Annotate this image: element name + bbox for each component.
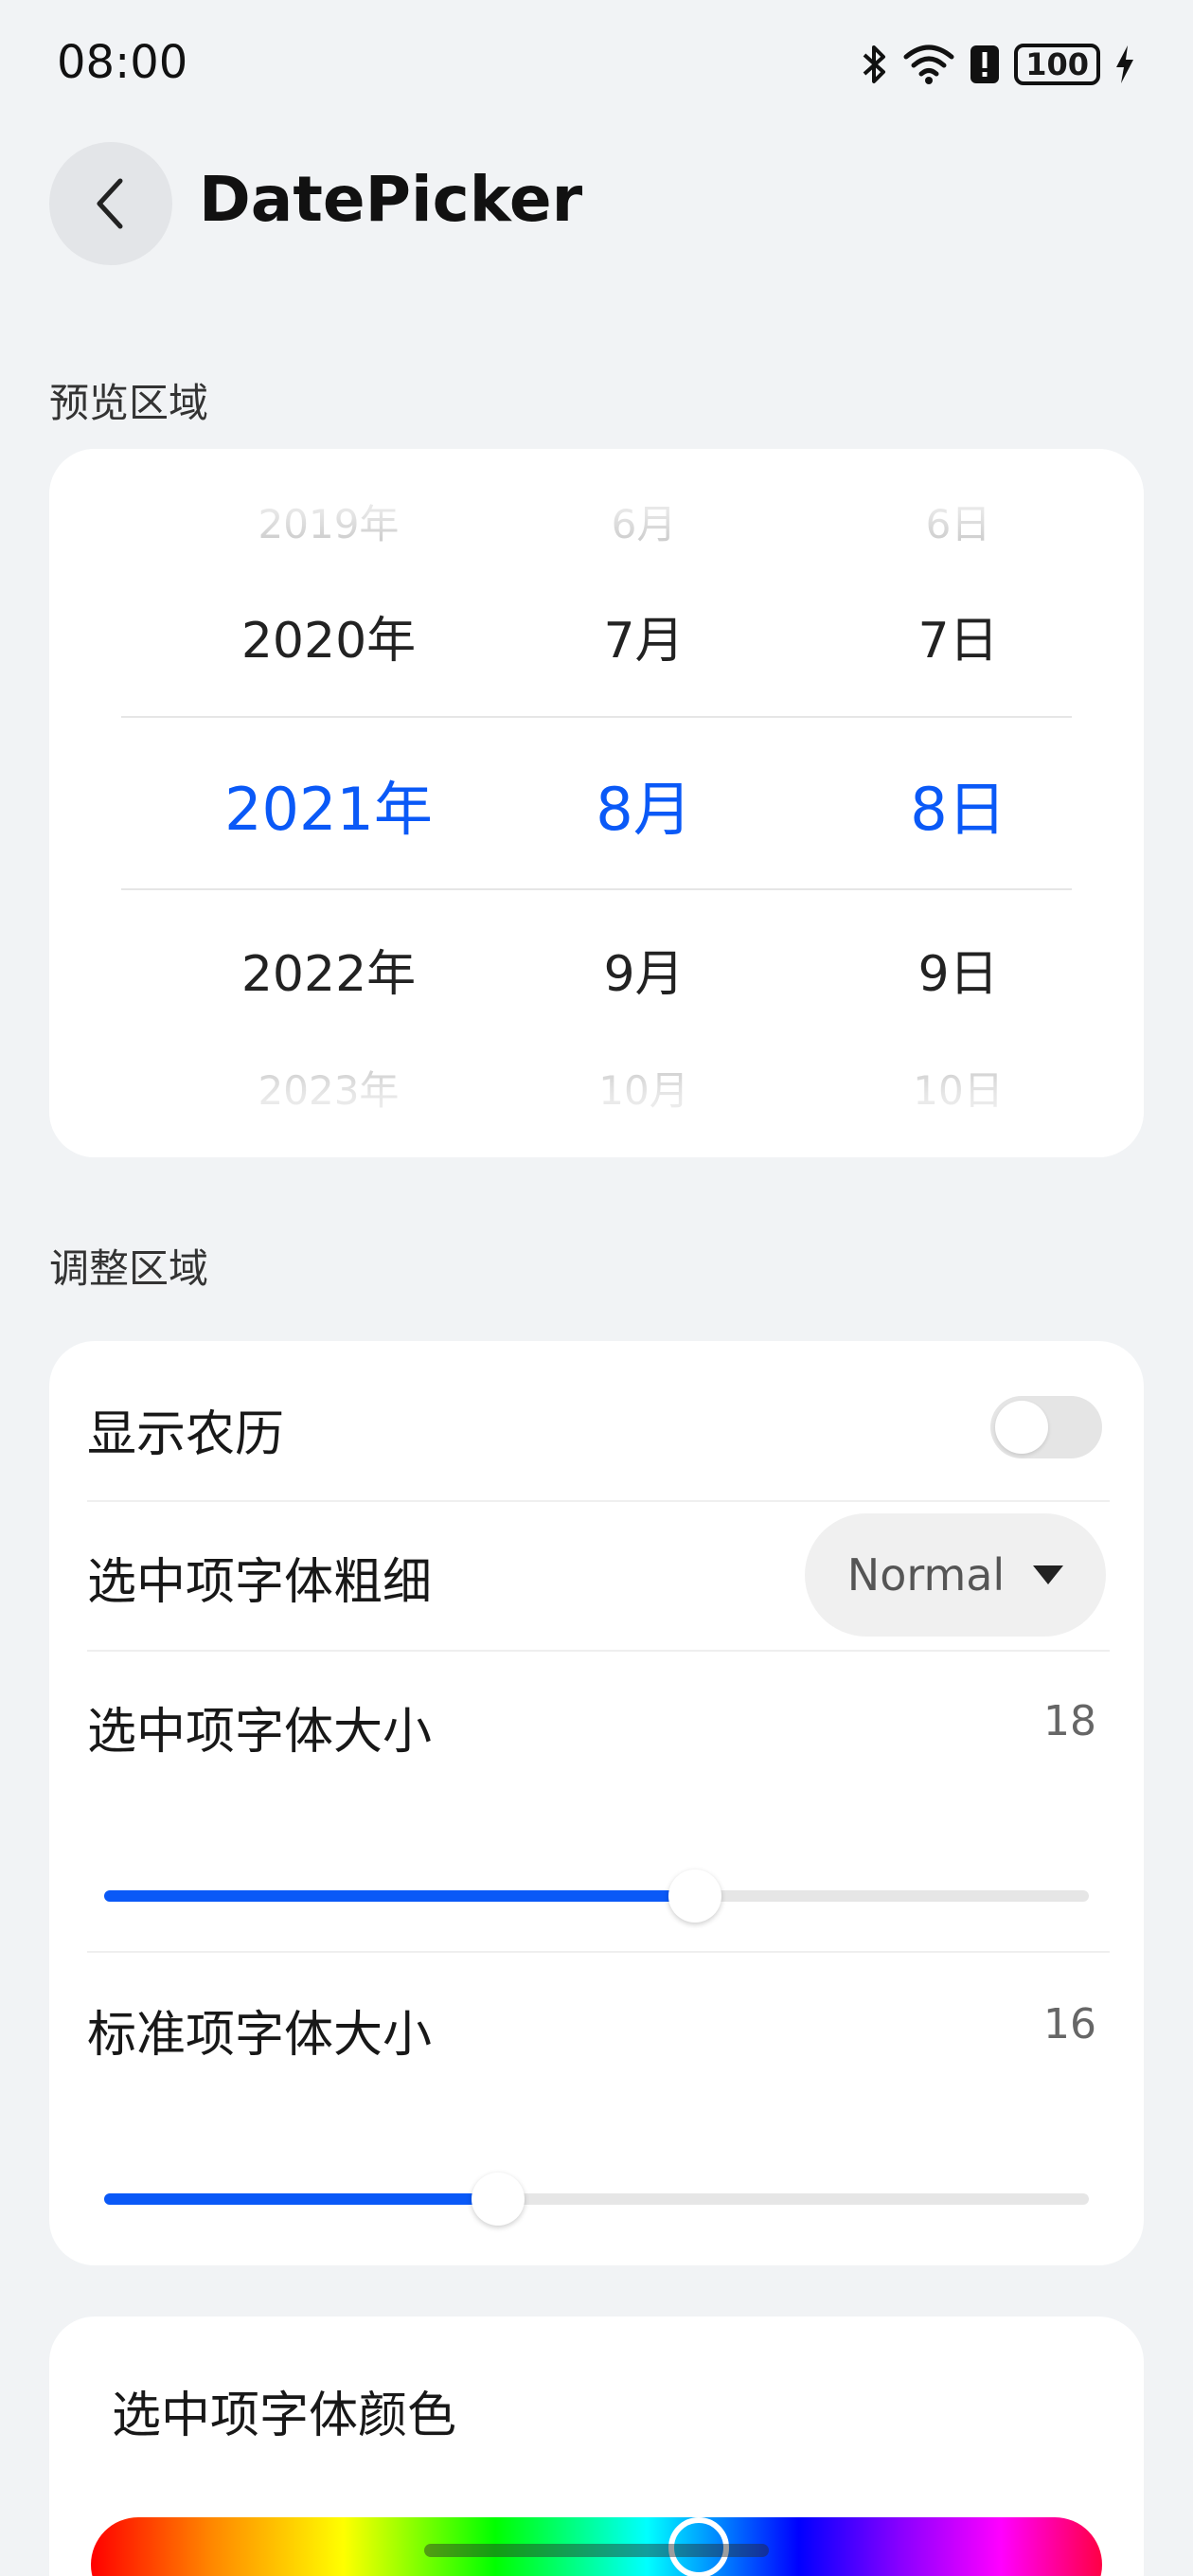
color-title: 选中项字体颜色: [112, 2388, 457, 2444]
back-button[interactable]: [49, 142, 172, 265]
settings-card: 显示农历 选中项字体粗细 Normal 选中项字体大小 18 标准项字体大小 1…: [49, 1341, 1144, 2265]
lunar-label: 显示农历: [87, 1406, 285, 1463]
year-near-top[interactable]: 2020年: [149, 600, 508, 671]
slider-thumb[interactable]: [472, 2173, 525, 2226]
selected-size-slider[interactable]: [104, 1869, 1089, 1923]
divider: [87, 1951, 1110, 1953]
day-near-top[interactable]: 7日: [778, 600, 1138, 671]
date-picker-card: 2019年 2020年 2021年 2022年 2023年 6月 7月 8月 9…: [49, 449, 1144, 1157]
slider-fill: [104, 1890, 695, 1902]
bluetooth-icon: [863, 45, 886, 83]
month-far-bottom[interactable]: 10月: [464, 1059, 824, 1117]
home-indicator: [424, 2544, 769, 2557]
slider-thumb[interactable]: [668, 1869, 721, 1923]
divider: [87, 1650, 1110, 1652]
day-near-bottom[interactable]: 9日: [778, 934, 1138, 1005]
weight-select-value: Normal: [846, 1549, 1006, 1601]
month-far-top[interactable]: 6月: [464, 492, 824, 550]
normal-size-value: 16: [1043, 2000, 1096, 2048]
weight-select[interactable]: Normal: [805, 1513, 1106, 1637]
day-far-top[interactable]: 6日: [778, 492, 1138, 550]
day-far-bottom[interactable]: 10日: [778, 1059, 1138, 1117]
lunar-toggle[interactable]: [990, 1396, 1102, 1458]
year-selected[interactable]: 2021年: [149, 761, 508, 847]
selected-size-label: 选中项字体大小: [87, 1704, 433, 1761]
month-near-bottom[interactable]: 9月: [464, 934, 824, 1005]
alert-icon: [970, 45, 1000, 83]
lunar-toggle-knob: [995, 1401, 1048, 1454]
month-near-top[interactable]: 7月: [464, 600, 824, 671]
adjust-section-label: 调整区域: [49, 1245, 209, 1292]
normal-size-label: 标准项字体大小: [87, 2007, 433, 2064]
status-time: 08:00: [57, 36, 188, 89]
color-card: 选中项字体颜色: [49, 2317, 1144, 2576]
year-far-bottom[interactable]: 2023年: [149, 1059, 508, 1117]
picker-divider-top: [121, 716, 1072, 718]
preview-section-label: 预览区域: [49, 380, 209, 426]
year-far-top[interactable]: 2019年: [149, 492, 508, 550]
charging-icon: [1116, 45, 1133, 83]
year-near-bottom[interactable]: 2022年: [149, 934, 508, 1005]
status-icons: 100: [861, 42, 1136, 87]
divider: [87, 1500, 1110, 1502]
normal-size-slider[interactable]: [104, 2173, 1089, 2226]
chevron-left-icon: [97, 178, 123, 229]
dropdown-triangle-icon: [1033, 1565, 1064, 1584]
slider-fill: [104, 2193, 498, 2205]
page-title: DatePicker: [199, 163, 583, 236]
selected-size-value: 18: [1043, 1697, 1096, 1745]
battery-icon: 100: [1014, 44, 1100, 85]
day-selected[interactable]: 8日: [778, 761, 1138, 847]
status-bar: 08:00 100: [0, 0, 1193, 133]
picker-divider-bottom: [121, 888, 1072, 890]
month-selected[interactable]: 8月: [464, 761, 824, 847]
weight-label: 选中项字体粗细: [87, 1554, 433, 1611]
wifi-icon: [903, 45, 954, 84]
